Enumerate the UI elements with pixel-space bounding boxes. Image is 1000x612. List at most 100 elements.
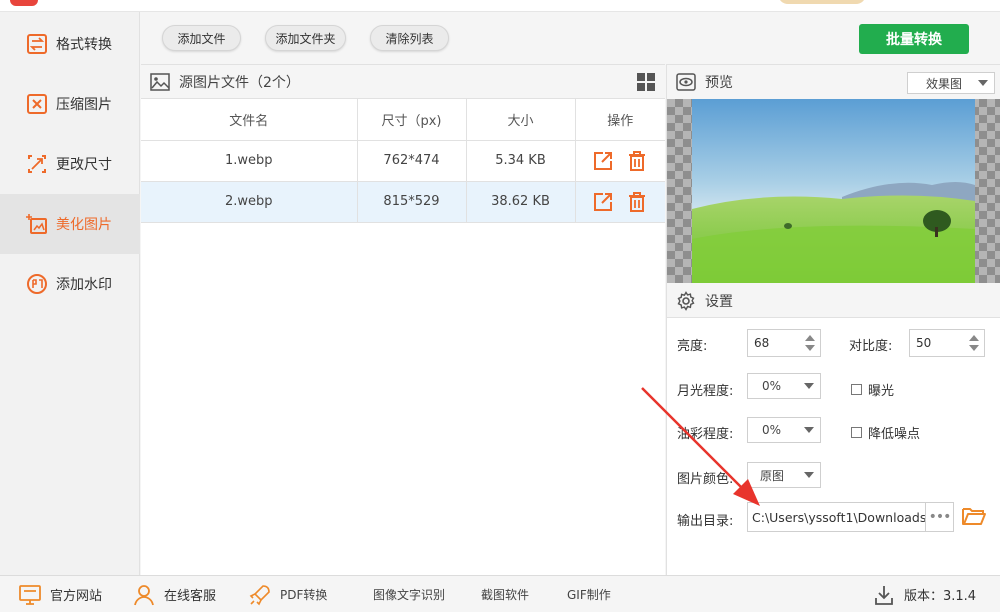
file-size: 38.62 KB	[466, 181, 576, 223]
table-row[interactable]: 1.webp 762*474 5.34 KB	[141, 140, 665, 182]
table-row[interactable]: 2.webp 815*529 38.62 KB	[141, 181, 665, 223]
file-dimensions: 815*529	[357, 181, 467, 223]
stepper-down-icon[interactable]	[805, 345, 815, 351]
sidebar-item-label: 更改尺寸	[56, 157, 112, 173]
pdf-convert-label: PDF转换	[280, 588, 328, 602]
delete-icon[interactable]	[626, 150, 648, 172]
promo-pill[interactable]	[778, 0, 866, 4]
file-name: 1.webp	[141, 140, 358, 182]
brightness-label: 亮度:	[677, 339, 708, 354]
beautify-icon	[26, 213, 48, 235]
title-bar-strip	[0, 0, 1000, 12]
contrast-label: 对比度:	[849, 339, 893, 354]
screenshot-software-link[interactable]: 截图软件	[481, 576, 529, 612]
checkbox-box[interactable]	[851, 384, 862, 395]
sidebar-item-label: 压缩图片	[56, 97, 112, 113]
moonlight-select[interactable]: 0%	[747, 373, 821, 399]
preview-canvas	[667, 99, 1000, 283]
resize-icon	[26, 153, 48, 175]
contrast-stepper[interactable]: 50	[909, 329, 985, 357]
version-label: 版本：3.1.4	[904, 589, 977, 604]
moonlight-label: 月光程度:	[677, 384, 734, 399]
sidebar-item-label: 添加水印	[56, 277, 112, 293]
oil-paint-value: 0%	[762, 423, 782, 437]
settings-title: 设置	[705, 293, 733, 310]
preview-header: 预览 效果图	[667, 65, 1000, 99]
preview-mode-select[interactable]: 效果图	[907, 72, 995, 94]
version-info[interactable]: 版本：3.1.4	[872, 576, 976, 612]
table-header-row: 文件名 尺寸（px) 大小 操作	[141, 99, 665, 141]
preview-image	[692, 99, 975, 283]
compress-icon	[26, 93, 48, 115]
row-actions	[575, 181, 665, 223]
chevron-down-icon	[804, 427, 814, 433]
file-list-panel: 源图片文件（2个） 文件名 尺寸（px) 大小 操作 1.webp 762*47…	[141, 64, 665, 575]
image-icon	[150, 72, 170, 91]
gear-icon	[676, 290, 696, 311]
stepper-up-icon[interactable]	[805, 335, 815, 341]
exposure-checkbox[interactable]: 曝光	[851, 380, 894, 399]
open-external-icon[interactable]	[592, 150, 614, 172]
sidebar-item-format-convert[interactable]: 格式转换	[0, 14, 140, 74]
sidebar-item-beautify[interactable]: 美化图片	[0, 194, 140, 254]
file-dimensions: 762*474	[357, 140, 467, 182]
denoise-label: 降低噪点	[868, 427, 921, 442]
gif-maker-link[interactable]: GIF制作	[567, 576, 611, 612]
image-color-select[interactable]: 原图	[747, 462, 821, 488]
sidebar-item-compress[interactable]: 压缩图片	[0, 74, 140, 134]
app-logo	[10, 0, 38, 6]
sidebar-item-resize[interactable]: 更改尺寸	[0, 134, 140, 194]
chevron-down-icon	[804, 383, 814, 389]
file-name: 2.webp	[141, 181, 358, 223]
preview-title: 预览	[705, 75, 733, 91]
open-external-icon[interactable]	[592, 191, 614, 213]
pdf-convert-link[interactable]: PDF转换	[248, 576, 327, 612]
grid-view-icon[interactable]	[637, 73, 655, 91]
checkbox-box[interactable]	[851, 427, 862, 438]
file-panel-title: 源图片文件（2个）	[179, 74, 300, 91]
sidebar-item-label: 格式转换	[56, 37, 112, 53]
watermark-icon	[26, 273, 48, 295]
output-path-field[interactable]: C:\Users\yssoft1\Downloads •••	[747, 502, 954, 532]
ocr-link[interactable]: 图像文字识别	[373, 576, 445, 612]
folder-open-icon[interactable]	[961, 504, 987, 528]
stepper-down-icon[interactable]	[969, 345, 979, 351]
oil-paint-label: 油彩程度:	[677, 427, 734, 442]
delete-icon[interactable]	[626, 191, 648, 213]
col-actions: 操作	[575, 99, 665, 141]
sidebar-item-watermark[interactable]: 添加水印	[0, 254, 140, 314]
clear-list-button[interactable]: 清除列表	[370, 25, 449, 51]
image-color-value: 原图	[760, 468, 785, 483]
output-dir-label: 输出目录:	[677, 514, 734, 529]
brightness-stepper[interactable]: 68	[747, 329, 821, 357]
chevron-down-icon	[804, 472, 814, 478]
add-folder-button[interactable]: 添加文件夹	[265, 25, 346, 51]
image-color-label: 图片颜色:	[677, 472, 734, 487]
add-file-button[interactable]: 添加文件	[162, 25, 241, 51]
col-size: 大小	[466, 99, 576, 141]
sidebar-item-label: 美化图片	[56, 217, 112, 233]
official-website-label: 官方网站	[50, 589, 103, 604]
batch-convert-button[interactable]: 批量转换	[859, 24, 969, 54]
settings-panel: 设置 亮度: 68 对比度: 50 月光程度: 0% 曝光 油彩程度: 0% 降…	[666, 284, 1000, 575]
official-website-link[interactable]: 官方网站	[18, 576, 102, 612]
format-convert-icon	[26, 33, 48, 55]
settings-header: 设置	[667, 284, 1000, 318]
contrast-value: 50	[916, 336, 932, 350]
eye-icon	[676, 73, 696, 91]
sidebar: 格式转换 压缩图片 更改尺寸 美化图片 添加水印	[0, 12, 140, 575]
bottom-bar: 官方网站 在线客服 PDF转换 图像文字识别 截图软件 GIF制作 版本：3.1…	[0, 575, 1000, 612]
col-filename: 文件名	[141, 99, 358, 141]
file-panel-header: 源图片文件（2个）	[141, 65, 665, 99]
denoise-checkbox[interactable]: 降低噪点	[851, 423, 920, 442]
online-support-link[interactable]: 在线客服	[132, 576, 216, 612]
stepper-up-icon[interactable]	[969, 335, 979, 341]
toolbar: 添加文件 添加文件夹 清除列表 批量转换	[141, 12, 1000, 64]
monitor-icon	[18, 583, 42, 607]
oil-paint-select[interactable]: 0%	[747, 417, 821, 443]
col-dimensions: 尺寸（px)	[357, 99, 467, 141]
chevron-down-icon	[978, 80, 988, 86]
browse-more-button[interactable]: •••	[925, 503, 953, 531]
row-actions	[575, 140, 665, 182]
brightness-value: 68	[754, 336, 770, 350]
